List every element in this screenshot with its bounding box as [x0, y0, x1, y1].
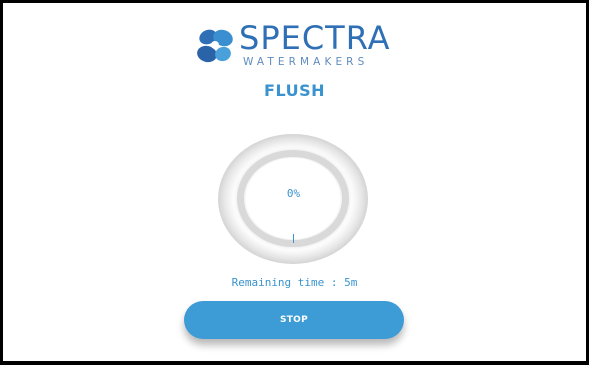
progress-gauge: 0%	[216, 134, 371, 264]
brand-tagline: WATERMAKERS	[243, 56, 369, 68]
remaining-time-label: Remaining time : 5m	[231, 276, 358, 289]
gauge-progress-marker	[293, 234, 294, 243]
stop-button[interactable]: STOP	[184, 301, 404, 339]
propeller-logo-icon	[197, 29, 233, 63]
app-frame: SPECTRA WATERMAKERS FLUSH 0% Remaining t…	[0, 0, 589, 365]
stop-button-label: STOP	[279, 315, 309, 325]
gauge-percent-label: 0%	[286, 187, 301, 200]
spectra-logo: SPECTRA WATERMAKERS	[195, 19, 395, 71]
mode-title: FLUSH	[264, 81, 325, 100]
brand-name: SPECTRA	[239, 19, 391, 57]
